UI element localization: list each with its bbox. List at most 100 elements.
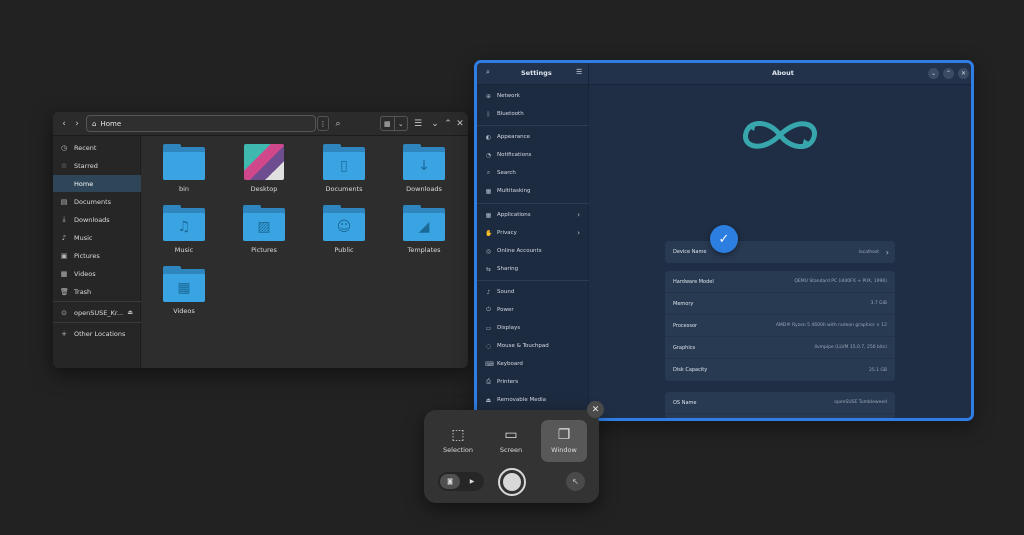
eject-icon[interactable]: ⏏ <box>127 309 133 316</box>
info-value: openSUSE Tumbleweed <box>834 400 887 405</box>
info-row[interactable]: Device Name localhost › <box>665 241 895 263</box>
search-icon: ⌕ <box>486 169 491 176</box>
sidebar-item-recent[interactable]: ◷ Recent <box>53 139 141 156</box>
file-item[interactable]: ▨ Pictures <box>232 205 296 263</box>
file-item[interactable]: ↓ Downloads <box>392 144 456 202</box>
sidebar-item-music[interactable]: ♪ Music <box>53 229 141 246</box>
chevron-right-icon: › <box>885 247 889 257</box>
chevron-right-icon: › <box>577 211 580 219</box>
settings-item-bluetooth[interactable]: ᛒ Bluetooth <box>477 106 589 122</box>
document-icon: ▤ <box>60 197 68 206</box>
files-headerbar: ‹ › ⌂ Home ⋮ ⌕ ▦ ⌄ ☰ ⌄ ⌃ ✕ <box>53 112 468 136</box>
sidebar-item-opensuse-kr-[interactable]: ⊙ openSUSE_Kr... ⏏ <box>53 304 141 321</box>
sidebar-item-starred[interactable]: ☆ Starred <box>53 157 141 174</box>
capture-button[interactable] <box>498 468 526 496</box>
appearance-icon: ◐ <box>485 133 492 141</box>
hardware-group: Hardware Model QEMU Standard PC (i440FX +… <box>665 271 895 381</box>
menu-icon[interactable]: ☰ <box>413 116 423 132</box>
mode-window-button[interactable]: ❐ Window <box>541 420 587 462</box>
sidebar-separator <box>53 322 141 323</box>
settings-item-mouse-touchpad[interactable]: ◌ Mouse & Touchpad <box>477 338 589 354</box>
sidebar-item-label: Downloads <box>74 215 110 224</box>
mode-screen-button[interactable]: ▭ Screen <box>488 420 534 462</box>
screencast-mode-icon[interactable]: ▶ <box>462 474 482 489</box>
path-menu-icon[interactable]: ⋮ <box>317 116 329 131</box>
mode-label: Selection <box>443 446 473 454</box>
settings-item-sound[interactable]: ♪ Sound <box>477 284 589 300</box>
settings-item-label: Applications <box>497 212 531 218</box>
settings-item-removable-media[interactable]: ⏏ Removable Media <box>477 392 589 408</box>
sidebar-item-trash[interactable]: 🗑 Trash <box>53 283 141 300</box>
files-window: ‹ › ⌂ Home ⋮ ⌕ ▦ ⌄ ☰ ⌄ ⌃ ✕ ◷ Recent ☆ Starr… <box>53 112 468 368</box>
file-item[interactable]: ▦ Videos <box>152 266 216 324</box>
screenshot-mode-icon[interactable]: ◙ <box>440 474 460 489</box>
sidebar-item-label: Home <box>74 179 94 188</box>
folder-front <box>163 152 205 180</box>
file-item[interactable]: ☺ Public <box>312 205 376 263</box>
settings-item-printers[interactable]: ⎙ Printers <box>477 374 589 390</box>
back-icon[interactable]: ‹ <box>59 116 69 132</box>
settings-item-online-accounts[interactable]: ◎ Online Accounts <box>477 243 589 259</box>
minimize-icon[interactable]: ⌄ <box>430 116 440 132</box>
settings-item-applications[interactable]: ▦ Applications › <box>477 207 589 223</box>
settings-item-label: Sharing <box>497 266 519 272</box>
file-item[interactable]: ▯ Documents <box>312 144 376 202</box>
pointer-icon[interactable]: ↖ <box>566 472 585 491</box>
settings-item-label: Bluetooth <box>497 111 524 117</box>
view-toggle[interactable]: ▦ ⌄ <box>380 116 408 131</box>
grid-view-icon[interactable]: ▦ <box>381 117 395 130</box>
sidebar-item-videos[interactable]: ▦ Videos <box>53 265 141 282</box>
picture-icon: ▣ <box>60 251 68 260</box>
menu-icon[interactable]: ☰ <box>576 68 582 76</box>
minimize-icon[interactable]: ⌄ <box>928 68 939 79</box>
file-item[interactable]: Desktop <box>232 144 296 202</box>
sidebar-item-other-locations[interactable]: + Other Locations <box>53 325 141 342</box>
settings-item-network[interactable]: ⊕ Network <box>477 88 589 104</box>
settings-item-privacy[interactable]: ✋ Privacy › <box>477 225 589 241</box>
settings-item-appearance[interactable]: ◐ Appearance <box>477 129 589 145</box>
settings-item-notifications[interactable]: ◔ Notifications <box>477 147 589 163</box>
screenshot-toolbar: ◙ ▶ ↖ ⬚ Selection ▭ Screen ❐ Window <box>424 410 599 503</box>
opensuse-logo <box>743 121 817 149</box>
folder-front: ↓ <box>403 152 445 180</box>
files-grid: bin Desktop ▯ Documents ↓ Downloads ♫ Music ▨ Pic… <box>141 136 468 368</box>
close-icon[interactable]: ✕ <box>958 68 969 79</box>
desktop-thumbnail <box>244 144 284 180</box>
sidebar-item-home[interactable]: Home <box>53 175 141 192</box>
file-item[interactable]: ♫ Music <box>152 205 216 263</box>
sidebar-item-downloads[interactable]: ⤓ Downloads <box>53 211 141 228</box>
settings-item-label: Search <box>497 170 516 176</box>
checkmark-icon: ✓ <box>710 225 738 253</box>
path-bar[interactable]: ⌂ Home ⋮ <box>86 115 329 132</box>
sidebar-item-pictures[interactable]: ▣ Pictures <box>53 247 141 264</box>
search-icon[interactable]: ⌕ <box>486 68 490 77</box>
settings-item-sharing[interactable]: ⇆ Sharing <box>477 261 589 277</box>
about-panel: Device Name localhost › Hardware Model QEMU… <box>590 85 971 418</box>
sidebar-separator <box>477 280 589 281</box>
settings-item-search[interactable]: ⌕ Search <box>477 165 589 181</box>
mode-selection-button[interactable]: ⬚ Selection <box>435 420 481 462</box>
settings-item-power[interactable]: ⏻ Power <box>477 302 589 318</box>
file-item[interactable]: ◢ Templates <box>392 205 456 263</box>
privacy-icon: ✋ <box>485 229 493 237</box>
settings-item-multitasking[interactable]: ▦ Multitasking <box>477 183 589 199</box>
info-row: Hardware Model QEMU Standard PC (i440FX +… <box>665 271 895 293</box>
view-options-icon[interactable]: ⌄ <box>395 117 408 130</box>
sidebar-item-documents[interactable]: ▤ Documents <box>53 193 141 210</box>
sidebar-item-label: Other Locations <box>74 329 126 338</box>
printer-icon: ⎙ <box>486 378 491 385</box>
maximize-icon[interactable]: ⌃ <box>443 116 453 132</box>
info-value: llvmpipe (LLVM 15.0.7, 256 bits) <box>814 345 887 350</box>
settings-item-keyboard[interactable]: ⌨ Keyboard <box>477 356 589 372</box>
close-icon[interactable]: ✕ <box>587 401 604 418</box>
download-icon: ⤓ <box>62 215 66 223</box>
settings-item-displays[interactable]: ▭ Displays <box>477 320 589 336</box>
capture-type-toggle[interactable]: ◙ ▶ <box>438 472 484 491</box>
os-group: OS NameopenSUSE TumbleweedOS Type64-bitG… <box>665 392 895 418</box>
path-label: Home <box>100 119 122 128</box>
close-icon[interactable]: ✕ <box>455 116 465 132</box>
search-icon[interactable]: ⌕ <box>332 116 344 132</box>
file-item[interactable]: bin <box>152 144 216 202</box>
forward-icon[interactable]: › <box>72 116 82 132</box>
maximize-icon[interactable]: ⌃ <box>943 68 954 79</box>
